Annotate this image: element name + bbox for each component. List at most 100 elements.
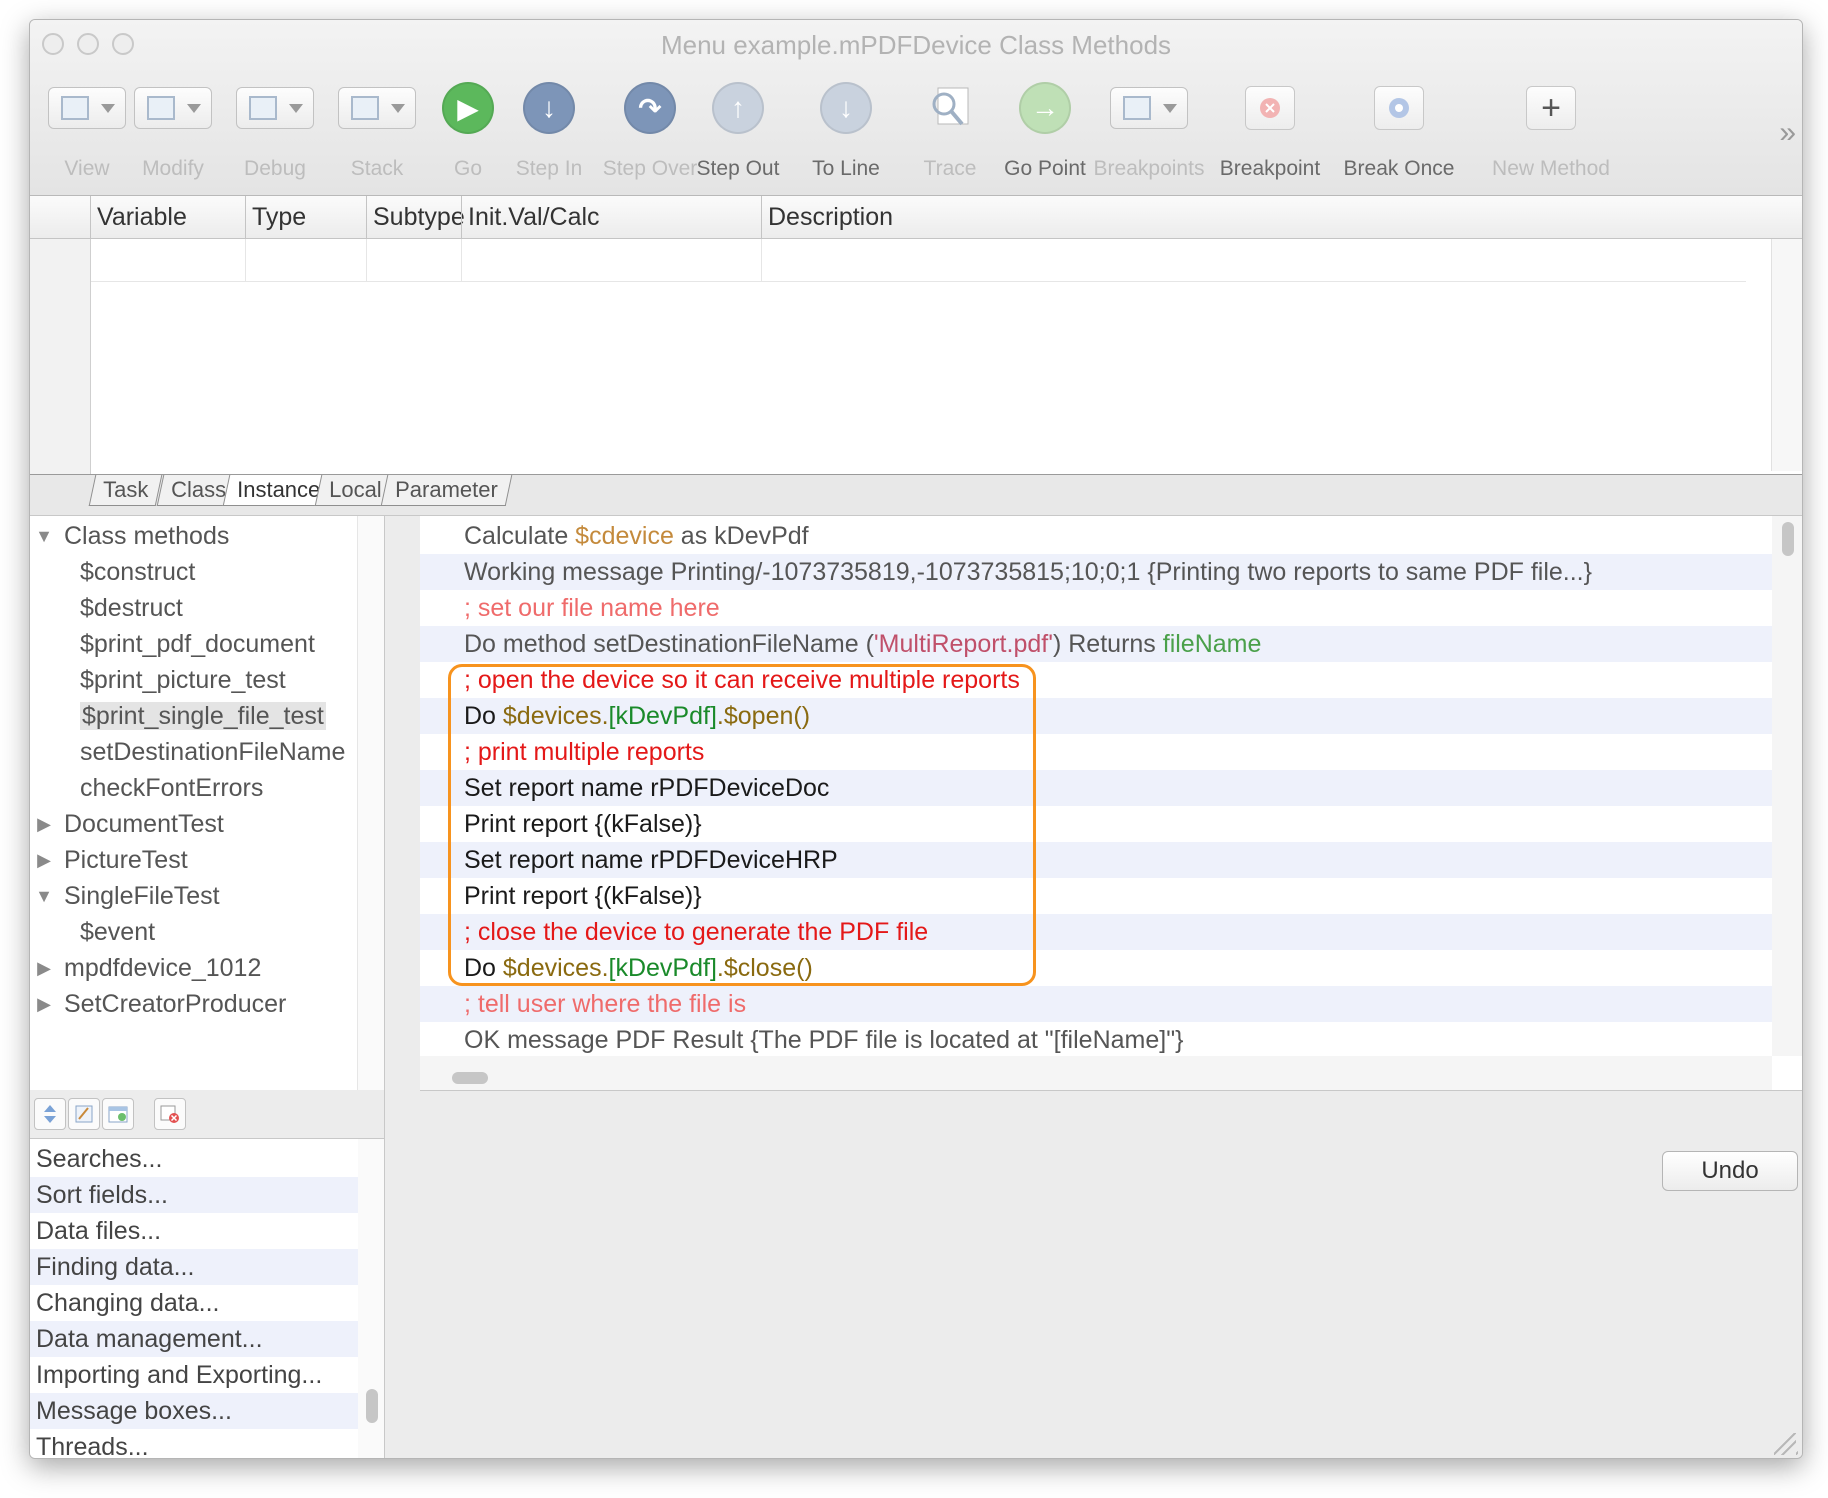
code-line[interactable]: ; tell user where the file is <box>420 986 1772 1022</box>
code-line[interactable]: Set report name rPDFDeviceHRP <box>420 842 1772 878</box>
code-line[interactable]: Do $devices.[kDevPdf].$close() <box>420 950 1772 986</box>
code-line[interactable]: ; close the device to generate the PDF f… <box>420 914 1772 950</box>
toolbar-breakpoint-button[interactable]: Breakpoint <box>1215 82 1325 182</box>
code-line-text: Set report name rPDFDeviceHRP <box>464 842 838 878</box>
tab-label: Task <box>103 477 149 502</box>
edit-icon[interactable] <box>68 1098 100 1130</box>
code-line-text: Do $devices.[kDevPdf].$close() <box>464 950 813 986</box>
variable-scrollbar[interactable] <box>1771 239 1802 471</box>
toolbar-break-once-button[interactable]: Break Once <box>1344 82 1454 182</box>
sort-arrows-icon[interactable] <box>34 1098 66 1130</box>
help-topic-item[interactable]: Importing and Exporting... <box>30 1357 358 1393</box>
tree-item-label: $print_picture_test <box>80 666 286 694</box>
help-topic-item[interactable]: Searches... <box>30 1141 358 1177</box>
toolbar-label: New Method <box>1492 157 1610 180</box>
help-topic-item[interactable]: Changing data... <box>30 1285 358 1321</box>
stack-icon <box>338 82 416 134</box>
undo-button[interactable]: Undo <box>1662 1151 1798 1191</box>
tree-item-label: mpdfdevice_1012 <box>64 954 262 982</box>
tree-item[interactable]: $construct <box>30 554 384 590</box>
resize-grip-icon[interactable] <box>1774 1433 1798 1455</box>
tree-item[interactable]: ▼ SingleFileTest <box>30 878 384 914</box>
tree-item[interactable]: setDestinationFileName <box>30 734 384 770</box>
tree-item-label: Class methods <box>64 522 230 550</box>
code-line[interactable]: Do $devices.[kDevPdf].$open() <box>420 698 1772 734</box>
play-icon: ▶ <box>442 82 494 134</box>
help-topic-item[interactable]: Threads... <box>30 1429 358 1458</box>
disclosure-collapsed-icon[interactable]: ▶ <box>34 806 54 842</box>
disclosure-collapsed-icon[interactable]: ▶ <box>34 842 54 878</box>
row-separator <box>366 239 367 281</box>
tree-item[interactable]: ▶ SetCreatorProducer <box>30 986 384 1022</box>
tab-parameter[interactable]: Parameter <box>380 475 513 506</box>
scroll-thumb[interactable] <box>366 1389 378 1423</box>
code-token: [kDevPdf] <box>608 702 717 730</box>
code-vertical-scrollbar[interactable] <box>1772 516 1802 1056</box>
scroll-thumb[interactable] <box>452 1072 488 1084</box>
window-title: Menu example.mPDFDevice Class Methods <box>660 30 1172 60</box>
code-line[interactable]: Calculate $cdevice as kDevPdf <box>420 518 1772 554</box>
column-variable[interactable]: Variable <box>90 196 245 238</box>
help-topic-item[interactable]: Finding data... <box>30 1249 358 1285</box>
help-topic-item[interactable]: Message boxes... <box>30 1393 358 1429</box>
tree-item[interactable]: checkFontErrors <box>30 770 384 806</box>
row-separator <box>461 239 462 281</box>
help-list-scrollbar[interactable] <box>358 1139 384 1458</box>
scope-tab-bar: Task Class Instance Local Parameter <box>30 475 1802 516</box>
tree-item-label: $print_single_file_test <box>80 702 326 730</box>
code-token: Calculate <box>464 522 576 550</box>
code-token: fileName <box>1162 630 1262 658</box>
scroll-thumb[interactable] <box>1782 522 1794 556</box>
code-line[interactable]: ; open the device so it can receive mult… <box>420 662 1772 698</box>
code-line[interactable]: Do method setDestinationFileName ('Multi… <box>420 626 1772 662</box>
disclosure-expanded-icon[interactable]: ▼ <box>34 878 54 914</box>
code-editor[interactable]: Calculate $cdevice as kDevPdf Working mes… <box>420 516 1802 1090</box>
code-line[interactable]: ; print multiple reports <box>420 734 1772 770</box>
help-toolbar <box>30 1090 385 1139</box>
column-init-val[interactable]: Init.Val/Calc <box>461 196 761 238</box>
trace-icon <box>924 82 976 134</box>
disclosure-collapsed-icon[interactable]: ▶ <box>34 950 54 986</box>
code-line-text: OK message PDF Result {The PDF file is l… <box>464 1022 1183 1058</box>
toolbar-plus-button[interactable]: + New Method <box>1492 82 1610 182</box>
code-line-text: Working message Printing/-1073735819,-10… <box>464 554 1592 590</box>
calendar-icon[interactable] <box>102 1098 134 1130</box>
tree-item[interactable]: ▶ mpdfdevice_1012 <box>30 950 384 986</box>
toolbar-breakpoints-button[interactable]: Breakpoints <box>1094 82 1204 182</box>
column-type[interactable]: Type <box>245 196 366 238</box>
code-line[interactable]: OK message PDF Result {The PDF file is l… <box>420 1022 1772 1058</box>
tree-item[interactable]: ▼ Class methods <box>30 518 384 554</box>
help-topic-item[interactable]: Data management... <box>30 1321 358 1357</box>
code-line[interactable]: Print report {(kFalse)} <box>420 878 1772 914</box>
code-line[interactable]: ; set our file name here <box>420 590 1772 626</box>
toolbar-overflow-button[interactable]: » <box>1779 116 1796 150</box>
disclosure-expanded-icon[interactable]: ▼ <box>34 518 54 554</box>
tab-task[interactable]: Task <box>88 475 163 506</box>
code-token: ; tell user where the file is <box>464 990 747 1018</box>
variable-empty-row[interactable] <box>91 239 1746 282</box>
tree-item[interactable]: $print_pdf_document <box>30 626 384 662</box>
column-subtype[interactable]: Subtype <box>366 196 465 238</box>
help-topic-item[interactable]: Sort fields... <box>30 1177 358 1213</box>
code-line-text: ; tell user where the file is <box>464 986 746 1022</box>
tree-item[interactable]: $destruct <box>30 590 384 626</box>
tree-item[interactable]: ▶ PictureTest <box>30 842 384 878</box>
tree-item[interactable]: ▶ DocumentTest <box>30 806 384 842</box>
code-line[interactable]: Set report name rPDFDeviceDoc <box>420 770 1772 806</box>
break-once-icon <box>1374 82 1424 134</box>
column-description[interactable]: Description <box>761 196 1771 238</box>
command-pane: Undo <box>420 1090 1802 1458</box>
disclosure-collapsed-icon[interactable]: ▶ <box>34 986 54 1022</box>
code-line-text: ; open the device so it can receive mult… <box>464 662 1020 698</box>
code-horizontal-scrollbar[interactable] <box>420 1056 1772 1090</box>
code-line[interactable]: Print report {(kFalse)} <box>420 806 1772 842</box>
code-token: .$close() <box>716 954 813 982</box>
code-line[interactable]: Working message Printing/-1073735819,-10… <box>420 554 1772 590</box>
remove-breakpoints-icon[interactable] <box>154 1098 186 1130</box>
tree-item[interactable]: $event <box>30 914 384 950</box>
code-token: $devices. <box>502 954 609 982</box>
tree-item[interactable]: $print_single_file_test <box>30 698 384 734</box>
help-topic-item[interactable]: Data files... <box>30 1213 358 1249</box>
code-token: $devices. <box>502 702 609 730</box>
tree-item[interactable]: $print_picture_test <box>30 662 384 698</box>
